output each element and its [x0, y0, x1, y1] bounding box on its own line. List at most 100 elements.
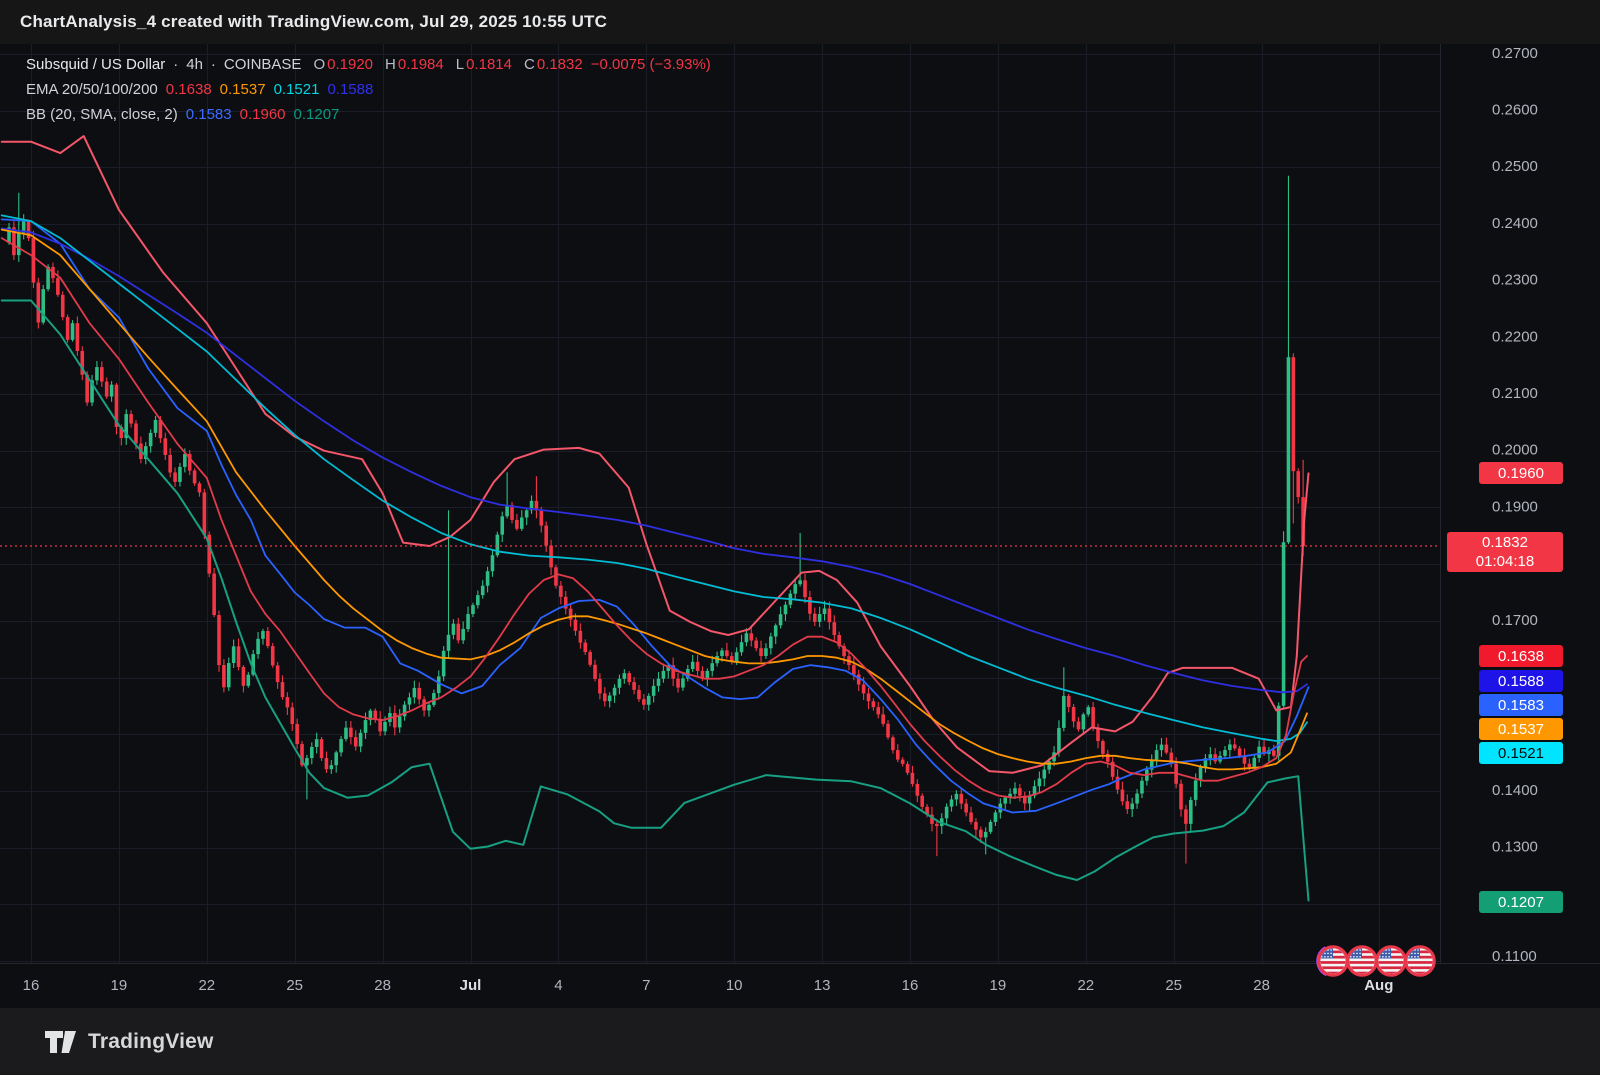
flag-stripe — [1407, 961, 1433, 964]
symbol-row[interactable]: Subsquid / US Dollar · 4h · COINBASE O0.… — [26, 52, 711, 77]
tradingview-logo-icon[interactable] — [44, 1030, 78, 1054]
candle-down — [632, 682, 636, 690]
candle-up — [256, 639, 260, 654]
candle-up — [1282, 542, 1286, 705]
candle-up — [261, 631, 265, 639]
candle-up — [364, 720, 368, 733]
candle-up — [1013, 788, 1017, 794]
candle-up — [1287, 357, 1291, 542]
candle-down — [373, 711, 377, 719]
candle-up — [232, 646, 236, 663]
candle-down — [173, 472, 177, 481]
price-axis-badge-value: 0.1588 — [1498, 673, 1544, 690]
candle-down — [325, 758, 329, 769]
price-axis-label: 0.2700 — [1492, 45, 1538, 62]
candle-down — [588, 652, 592, 665]
flag-star — [1385, 956, 1387, 958]
candle-up — [950, 799, 954, 806]
us-flag-event-icon[interactable] — [1348, 947, 1376, 975]
candle-down — [808, 597, 812, 614]
candle-down — [1179, 784, 1183, 810]
us-flag-event-icon[interactable] — [1406, 947, 1434, 975]
price-axis-label: 0.1300 — [1492, 839, 1538, 856]
candle-down — [276, 665, 280, 682]
time-axis-label: Jul — [460, 977, 482, 994]
candle-down — [1296, 471, 1300, 497]
time-axis-label: 25 — [1165, 977, 1182, 994]
flag-star — [1417, 953, 1419, 955]
candle-up — [500, 516, 504, 534]
time-axis-label: 28 — [1253, 977, 1270, 994]
candle-down — [61, 295, 65, 317]
candle-up — [1160, 745, 1164, 751]
flag-star — [1417, 956, 1419, 958]
title-bar-text: ChartAnalysis_4 created with TradingView… — [20, 12, 607, 32]
candle-up — [525, 510, 529, 517]
candle-up — [1140, 781, 1144, 794]
candle-up — [1199, 767, 1203, 780]
candle-down — [1165, 745, 1169, 753]
flag-star — [1411, 956, 1413, 958]
candle-down — [237, 646, 241, 667]
flag-star — [1353, 956, 1355, 958]
price-axis-label: 0.2500 — [1492, 158, 1538, 175]
candle-up — [1130, 804, 1134, 810]
candle-down — [891, 737, 895, 750]
candle-down — [76, 323, 80, 351]
candle-down — [593, 665, 597, 679]
candle-down — [515, 520, 519, 529]
candle-up — [427, 705, 431, 711]
candle-down — [56, 278, 60, 295]
candle-down — [935, 824, 939, 826]
bb-upper-value: 0.1960 — [240, 102, 286, 127]
candle-down — [828, 608, 832, 622]
candle-up — [823, 608, 827, 614]
candle-up — [1194, 780, 1198, 799]
candle-down — [574, 620, 578, 631]
us-flag-event-icon[interactable] — [1377, 947, 1405, 975]
candle-up — [691, 662, 695, 669]
candle-down — [32, 238, 36, 282]
candle-up — [466, 614, 470, 629]
flag-star — [1388, 956, 1390, 958]
candle-down — [1096, 728, 1100, 741]
candle-up — [447, 635, 451, 651]
candle-down — [867, 693, 871, 701]
title-bar: ChartAnalysis_4 created with TradingView… — [0, 0, 1600, 44]
candle-up — [793, 584, 797, 593]
interval-label[interactable]: 4h — [186, 52, 203, 77]
chart-legend: Subsquid / US Dollar · 4h · COINBASE O0.… — [26, 52, 711, 127]
bb-label: BB (20, SMA, close, 2) — [26, 102, 178, 127]
price-axis-label: 0.1100 — [1492, 948, 1537, 965]
candle-down — [749, 633, 753, 640]
candle-up — [1082, 714, 1086, 729]
symbol-name[interactable]: Subsquid / US Dollar — [26, 52, 165, 77]
candle-down — [920, 796, 924, 807]
flag-star — [1359, 953, 1361, 955]
ema100-value: 0.1521 — [274, 77, 320, 102]
candle-up — [330, 765, 334, 769]
candle-up — [1257, 747, 1261, 758]
time-axis-label: 4 — [554, 977, 562, 994]
candle-up — [383, 722, 387, 731]
ema-row[interactable]: EMA 20/50/100/200 0.1638 0.1537 0.1521 0… — [26, 77, 711, 102]
candle-up — [657, 679, 661, 686]
price-axis-badge-value: 0.1207 — [1498, 894, 1544, 911]
candle-up — [1135, 794, 1139, 804]
candle-up — [1057, 728, 1061, 752]
candle-up — [1047, 761, 1051, 769]
last-price-value: 0.1832 — [1482, 534, 1528, 551]
candle-down — [725, 650, 729, 656]
time-axis-label: 7 — [642, 977, 650, 994]
tradingview-brand-text[interactable]: TradingView — [88, 1030, 214, 1054]
candle-up — [984, 832, 988, 838]
candle-up — [359, 733, 363, 747]
chart-canvas[interactable]: 0.27000.26000.25000.24000.23000.22000.21… — [0, 0, 1600, 1075]
candle-down — [627, 673, 631, 682]
separator: · — [211, 52, 216, 77]
bb-row[interactable]: BB (20, SMA, close, 2) 0.1583 0.1960 0.1… — [26, 102, 711, 127]
price-axis-label: 0.2600 — [1492, 102, 1538, 119]
time-axis-label: 19 — [990, 977, 1007, 994]
candle-down — [100, 367, 104, 381]
candle-down — [916, 784, 920, 796]
